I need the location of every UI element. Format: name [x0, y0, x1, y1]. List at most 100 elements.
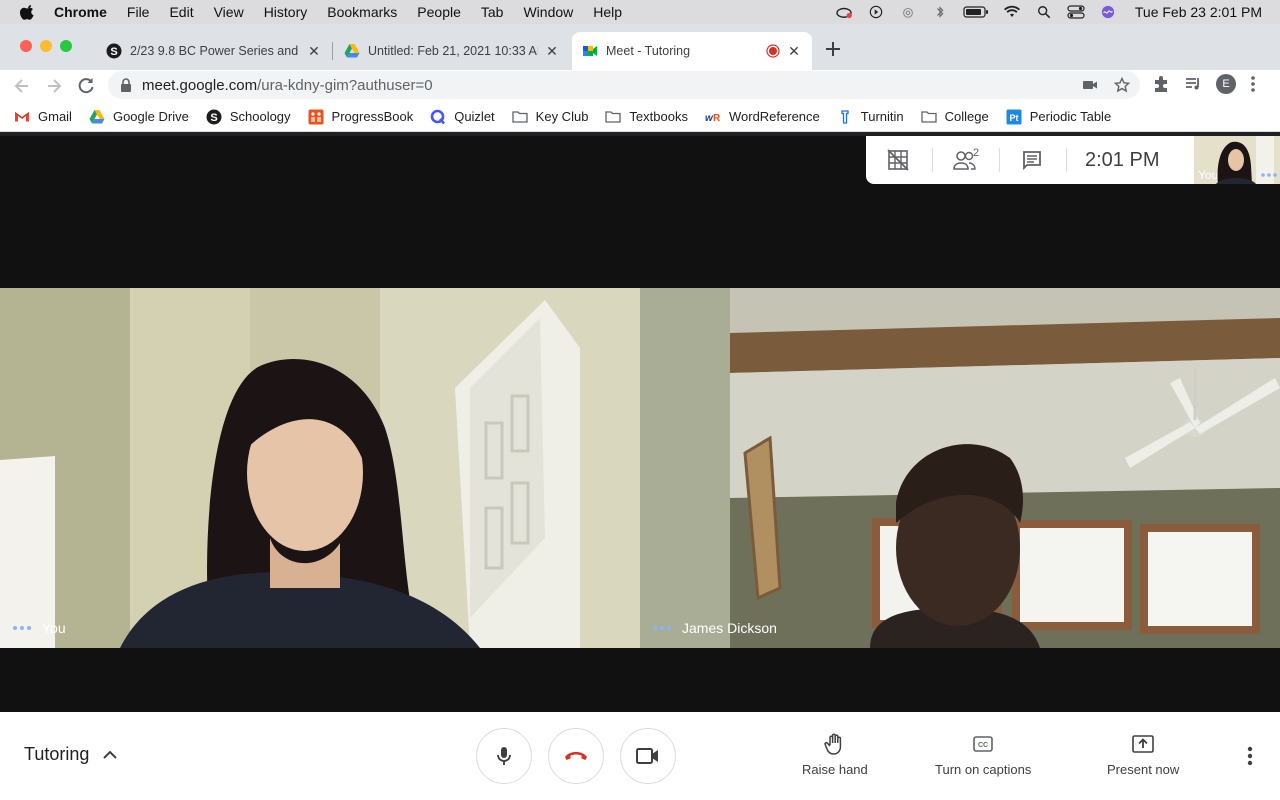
- tab-schoology[interactable]: S 2/23 9.8 BC Power Series and ✕: [96, 32, 332, 70]
- bookmark-progressbook[interactable]: ProgressBook: [308, 109, 413, 125]
- tab-meet-tutoring[interactable]: Meet - Tutoring ✕: [572, 32, 812, 70]
- menu-help[interactable]: Help: [593, 4, 622, 20]
- bookmark-label: College: [944, 109, 989, 124]
- bookmark-periodic-table[interactable]: Pt Periodic Table: [1006, 109, 1111, 125]
- bookmark-star-icon[interactable]: [1114, 77, 1130, 93]
- bookmark-turnitin[interactable]: Turnitin: [837, 109, 904, 125]
- bookmark-schoology[interactable]: S Schoology: [206, 109, 291, 125]
- camera-in-use-icon[interactable]: [1082, 77, 1098, 93]
- menu-file[interactable]: File: [127, 4, 150, 20]
- menu-people[interactable]: People: [417, 4, 461, 20]
- hang-up-phone-icon: [565, 752, 587, 760]
- profile-avatar[interactable]: E: [1216, 74, 1236, 94]
- menu-view[interactable]: View: [214, 4, 244, 20]
- close-icon[interactable]: ✕: [786, 43, 802, 60]
- bookmark-quizlet[interactable]: Quizlet: [430, 109, 495, 125]
- siri-icon[interactable]: [1099, 5, 1117, 19]
- apple-icon[interactable]: [20, 4, 36, 20]
- tab-google-drive[interactable]: Untitled: Feb 21, 2021 10:33 AM ✕: [334, 32, 570, 70]
- bookmark-label: Key Club: [535, 109, 589, 124]
- google-drive-icon: [89, 109, 105, 123]
- extensions-puzzle-icon[interactable]: [1152, 75, 1170, 93]
- spotlight-search-icon[interactable]: [1035, 5, 1053, 19]
- participant-tile-james-dickson[interactable]: James Dickson: [640, 288, 1280, 648]
- folder-icon: [512, 110, 528, 123]
- bookmark-gmail[interactable]: Gmail: [14, 109, 72, 125]
- participant-tile-you[interactable]: You: [0, 288, 640, 648]
- bookmark-college[interactable]: College: [921, 109, 989, 125]
- new-tab-button[interactable]: [822, 38, 844, 60]
- camera-button[interactable]: [620, 728, 676, 784]
- meeting-details-toggle[interactable]: Tutoring: [24, 744, 118, 765]
- media-controls-icon[interactable]: [1184, 75, 1202, 93]
- tab-title: Meet - Tutoring: [606, 44, 691, 58]
- turnitin-icon: [841, 109, 849, 124]
- close-icon[interactable]: ✕: [306, 43, 322, 60]
- chrome-menu-icon[interactable]: [1250, 75, 1256, 93]
- bluetooth-icon[interactable]: [931, 5, 949, 19]
- bookmark-wordreference[interactable]: wR WordReference: [705, 109, 820, 125]
- back-arrow-icon[interactable]: [12, 76, 32, 96]
- more-options-icon[interactable]: [1240, 744, 1260, 768]
- folder-icon: [605, 110, 622, 123]
- raise-hand-button[interactable]: Raise hand: [802, 732, 868, 777]
- divider: [932, 148, 933, 172]
- raise-hand-label: Raise hand: [802, 762, 868, 777]
- meet-stage: You James Dickson 2 2:01 PM You: [0, 136, 1280, 712]
- play-icon[interactable]: [867, 5, 885, 19]
- creative-cloud-icon[interactable]: [835, 5, 853, 19]
- menu-window[interactable]: Window: [523, 4, 573, 20]
- tab-title: Untitled: Feb 21, 2021 10:33 AM: [368, 44, 538, 58]
- bookmark-label: Periodic Table: [1029, 109, 1112, 124]
- video-camera-icon: [636, 748, 658, 764]
- svg-text:R: R: [713, 113, 721, 124]
- video-feed-james-dickson: [640, 288, 1280, 648]
- schoology-icon: S: [106, 43, 122, 59]
- bookmark-google-drive[interactable]: Google Drive: [89, 109, 189, 125]
- reload-icon[interactable]: [76, 76, 96, 96]
- forward-arrow-icon[interactable]: [44, 76, 64, 96]
- present-screen-icon: [1132, 735, 1154, 753]
- menubar-clock[interactable]: Tue Feb 23 2:01 PM: [1135, 4, 1262, 20]
- url-host: meet.google.com: [142, 76, 258, 94]
- end-call-button[interactable]: [548, 728, 604, 784]
- google-drive-icon: [344, 44, 360, 58]
- layout-button[interactable]: [874, 136, 922, 184]
- menu-app-name[interactable]: Chrome: [54, 4, 107, 20]
- close-icon[interactable]: ✕: [544, 43, 560, 60]
- more-options-dots-icon[interactable]: [1260, 172, 1278, 178]
- battery-icon[interactable]: [963, 5, 989, 19]
- raise-hand-icon: [824, 733, 842, 755]
- audio-level-dots-icon: [653, 626, 671, 630]
- airdrop-icon[interactable]: [899, 5, 917, 19]
- menu-tab[interactable]: Tab: [481, 4, 504, 20]
- address-bar[interactable]: meet.google.com/ura-kdny-gim?authuser=0: [108, 71, 1140, 99]
- meeting-title: Tutoring: [24, 744, 90, 764]
- bookmark-key-club[interactable]: Key Club: [512, 109, 589, 125]
- browser-tab-strip: S 2/23 9.8 BC Power Series and ✕ Untitle…: [0, 24, 1280, 70]
- svg-text:CC: CC: [978, 742, 988, 749]
- participants-button[interactable]: 2: [941, 136, 989, 184]
- bookmark-textbooks[interactable]: Textbooks: [605, 109, 688, 125]
- chat-button[interactable]: [1008, 136, 1056, 184]
- toolbar-right-icons: E: [1152, 74, 1256, 94]
- self-view-thumbnail[interactable]: You: [1194, 136, 1280, 184]
- lock-icon[interactable]: [120, 78, 132, 92]
- bookmark-label: Quizlet: [454, 109, 495, 124]
- menu-history[interactable]: History: [264, 4, 308, 20]
- menu-bookmarks[interactable]: Bookmarks: [327, 4, 397, 20]
- url-path: /ura-kdny-gim?authuser=0: [257, 76, 433, 94]
- control-center-icon[interactable]: [1067, 5, 1085, 19]
- svg-text:Pt: Pt: [1009, 113, 1018, 123]
- bookmark-label: Gmail: [38, 109, 72, 124]
- wifi-icon[interactable]: [1003, 5, 1021, 19]
- captions-button[interactable]: CC Turn on captions: [935, 732, 1031, 777]
- bookmarks-bar: Gmail Google Drive S Schoology ProgressB…: [0, 102, 1280, 132]
- microphone-button[interactable]: [476, 728, 532, 784]
- meet-control-bar: Tutoring Raise hand CC Turn on captions …: [0, 712, 1280, 800]
- close-window-button[interactable]: [20, 40, 32, 52]
- present-now-button[interactable]: Present now: [1107, 732, 1179, 777]
- minimize-window-button[interactable]: [40, 40, 52, 52]
- zoom-window-button[interactable]: [60, 40, 72, 52]
- menu-edit[interactable]: Edit: [169, 4, 193, 20]
